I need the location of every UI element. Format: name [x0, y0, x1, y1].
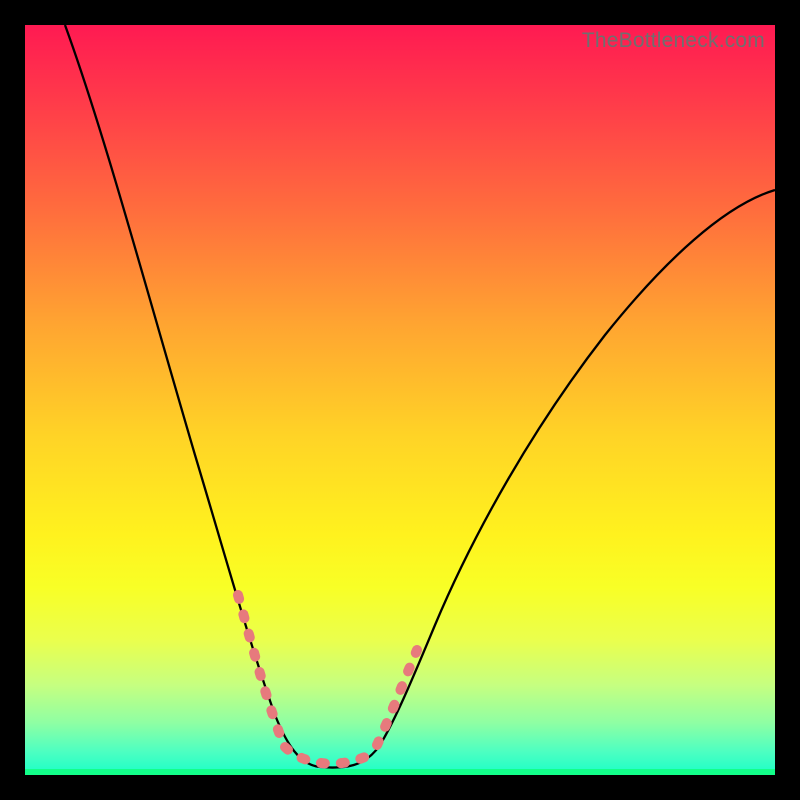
- curve-highlight-right: [377, 650, 417, 745]
- bottleneck-curve: [25, 25, 775, 775]
- curve-highlight-bottom: [285, 747, 373, 764]
- curve-path: [65, 25, 775, 768]
- watermark-text: TheBottleneck.com: [582, 29, 765, 53]
- chart-area: TheBottleneck.com: [25, 25, 775, 775]
